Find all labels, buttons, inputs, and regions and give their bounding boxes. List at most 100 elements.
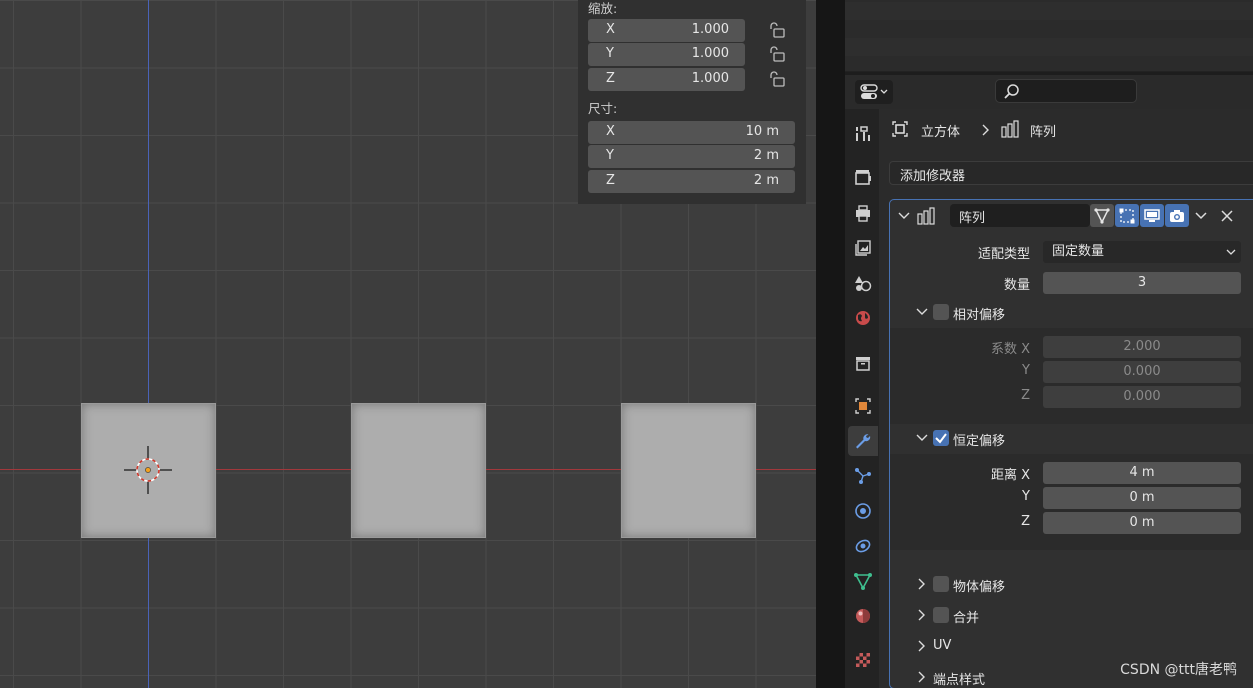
collapse-chevron-icon[interactable] bbox=[898, 210, 910, 222]
scale-z-field[interactable]: Z 1.000 bbox=[588, 68, 745, 91]
chevron-down-icon[interactable] bbox=[1194, 209, 1208, 223]
factor-x-field[interactable]: 2.000 bbox=[1043, 336, 1241, 358]
axis-label: X bbox=[606, 22, 615, 37]
uv-header[interactable]: UV bbox=[890, 631, 1253, 661]
axis-label: Z bbox=[606, 71, 615, 86]
tab-data[interactable] bbox=[848, 566, 878, 596]
array-modifier-panel: 阵列 适配类型 固定数量 数量 3 相对偏移 系数 X 2.000 Y 0.00… bbox=[889, 199, 1253, 688]
tab-physics[interactable] bbox=[848, 496, 878, 526]
world-icon bbox=[856, 311, 870, 325]
constant-offset-header[interactable]: 恒定偏移 bbox=[890, 423, 1253, 453]
tab-object[interactable] bbox=[848, 391, 878, 421]
distance-z-field[interactable]: 0 m bbox=[1043, 512, 1241, 534]
mesh-data-icon bbox=[854, 573, 872, 590]
edit-mode-button[interactable] bbox=[1115, 204, 1139, 227]
merge-checkbox[interactable] bbox=[933, 607, 949, 623]
printer-icon bbox=[856, 205, 870, 222]
wrench-icon bbox=[856, 434, 871, 449]
constraints-icon bbox=[855, 539, 871, 553]
3d-viewport[interactable]: 缩放: X 1.000 Y 1.000 Z 1.000 尺寸: X 10 m Y… bbox=[0, 0, 816, 688]
chevron-right-icon bbox=[918, 640, 925, 652]
chevron-right-icon bbox=[982, 124, 989, 136]
watermark: CSDN @ttt唐老鸭 bbox=[1120, 662, 1237, 678]
axis-label: Y bbox=[606, 148, 614, 163]
modifier-name-field[interactable]: 阵列 bbox=[950, 204, 1090, 227]
collection-icon bbox=[856, 357, 870, 371]
value: 10 m bbox=[745, 124, 779, 139]
factor-y-field[interactable]: 0.000 bbox=[1043, 361, 1241, 383]
distance-z-label: Z bbox=[1021, 514, 1030, 529]
object-offset-header[interactable]: 物体偏移 bbox=[890, 569, 1253, 599]
tab-particles[interactable] bbox=[848, 461, 878, 491]
scale-y-field[interactable]: Y 1.000 bbox=[588, 43, 745, 66]
array-modifier-icon bbox=[1001, 120, 1019, 138]
render-button[interactable] bbox=[1165, 204, 1189, 227]
tab-scene[interactable] bbox=[848, 268, 878, 298]
tab-world[interactable] bbox=[848, 303, 878, 333]
constant-offset-checkbox[interactable] bbox=[933, 430, 949, 446]
chevron-right-icon bbox=[918, 609, 925, 621]
value: 2 m bbox=[753, 173, 779, 188]
chevron-right-icon bbox=[918, 671, 925, 683]
particles-icon bbox=[855, 468, 871, 484]
properties-tab-bar bbox=[845, 109, 879, 688]
dimension-x-field[interactable]: X 10 m bbox=[588, 121, 795, 144]
count-field[interactable]: 3 bbox=[1043, 272, 1241, 294]
search-icon bbox=[1004, 84, 1019, 99]
tab-texture[interactable] bbox=[848, 645, 878, 675]
chevron-down-icon bbox=[916, 434, 928, 441]
render-icon bbox=[855, 170, 871, 185]
relative-offset-checkbox[interactable] bbox=[933, 304, 949, 320]
scale-x-field[interactable]: X 1.000 bbox=[588, 19, 745, 42]
scene-icon bbox=[855, 276, 872, 292]
constant-offset-body: 距离 X 4 m Y 0 m Z 0 m bbox=[890, 454, 1253, 550]
edit-mode-icon bbox=[1119, 208, 1135, 223]
factor-y-label: Y bbox=[1022, 363, 1030, 378]
merge-header[interactable]: 合并 bbox=[890, 600, 1253, 630]
y-axis-line bbox=[148, 0, 149, 688]
value: 1.000 bbox=[691, 22, 729, 37]
unlock-icon[interactable] bbox=[768, 71, 786, 87]
transform-panel: 缩放: X 1.000 Y 1.000 Z 1.000 尺寸: X 10 m Y… bbox=[578, 0, 806, 204]
area-divider[interactable] bbox=[816, 0, 845, 688]
relative-offset-header[interactable]: 相对偏移 bbox=[890, 297, 1253, 327]
cube-instance-2[interactable] bbox=[351, 403, 486, 538]
dimension-y-field[interactable]: Y 2 m bbox=[588, 145, 795, 168]
search-input[interactable] bbox=[995, 79, 1137, 103]
object-icon bbox=[855, 398, 871, 414]
properties-header bbox=[845, 75, 1253, 109]
distance-y-field[interactable]: 0 m bbox=[1043, 487, 1241, 509]
relative-offset-body: 系数 X 2.000 Y 0.000 Z 0.000 bbox=[890, 328, 1253, 424]
object-offset-checkbox[interactable] bbox=[933, 576, 949, 592]
physics-icon bbox=[855, 503, 871, 519]
axis-label: X bbox=[606, 124, 615, 139]
image-stack-icon bbox=[855, 240, 871, 256]
unlock-icon[interactable] bbox=[768, 46, 786, 62]
editor-type-button[interactable] bbox=[855, 80, 893, 104]
tab-constraints[interactable] bbox=[848, 531, 878, 561]
distance-x-field[interactable]: 4 m bbox=[1043, 462, 1241, 484]
cube-instance-3[interactable] bbox=[621, 403, 756, 538]
outliner-area[interactable] bbox=[845, 0, 1253, 72]
editor-toggle-icon bbox=[860, 84, 888, 99]
tab-output[interactable] bbox=[848, 198, 878, 228]
dimension-z-field[interactable]: Z 2 m bbox=[588, 170, 795, 193]
tab-collection[interactable] bbox=[848, 348, 878, 378]
array-modifier-icon bbox=[917, 207, 935, 225]
scale-label: 缩放: bbox=[588, 1, 618, 16]
modifier-properties: 立方体 阵列 添加修改器 阵列 适配类型 固定数量 数量 3 相对偏移 系数 X… bbox=[879, 109, 1253, 688]
add-modifier-button[interactable]: 添加修改器 bbox=[889, 161, 1253, 185]
factor-z-field[interactable]: 0.000 bbox=[1043, 386, 1241, 408]
close-icon[interactable] bbox=[1220, 209, 1234, 223]
tab-modifiers[interactable] bbox=[848, 426, 878, 456]
tab-material[interactable] bbox=[848, 601, 878, 631]
unlock-icon[interactable] bbox=[768, 22, 786, 38]
tab-tool[interactable] bbox=[848, 119, 878, 149]
fit-type-dropdown[interactable]: 固定数量 bbox=[1043, 241, 1241, 263]
tab-render[interactable] bbox=[848, 162, 878, 192]
relative-offset-title: 相对偏移 bbox=[953, 308, 1006, 323]
realtime-button[interactable] bbox=[1140, 204, 1164, 227]
tab-view-layer[interactable] bbox=[848, 233, 878, 263]
on-cage-button[interactable] bbox=[1090, 204, 1114, 227]
value: 1.000 bbox=[691, 71, 729, 86]
